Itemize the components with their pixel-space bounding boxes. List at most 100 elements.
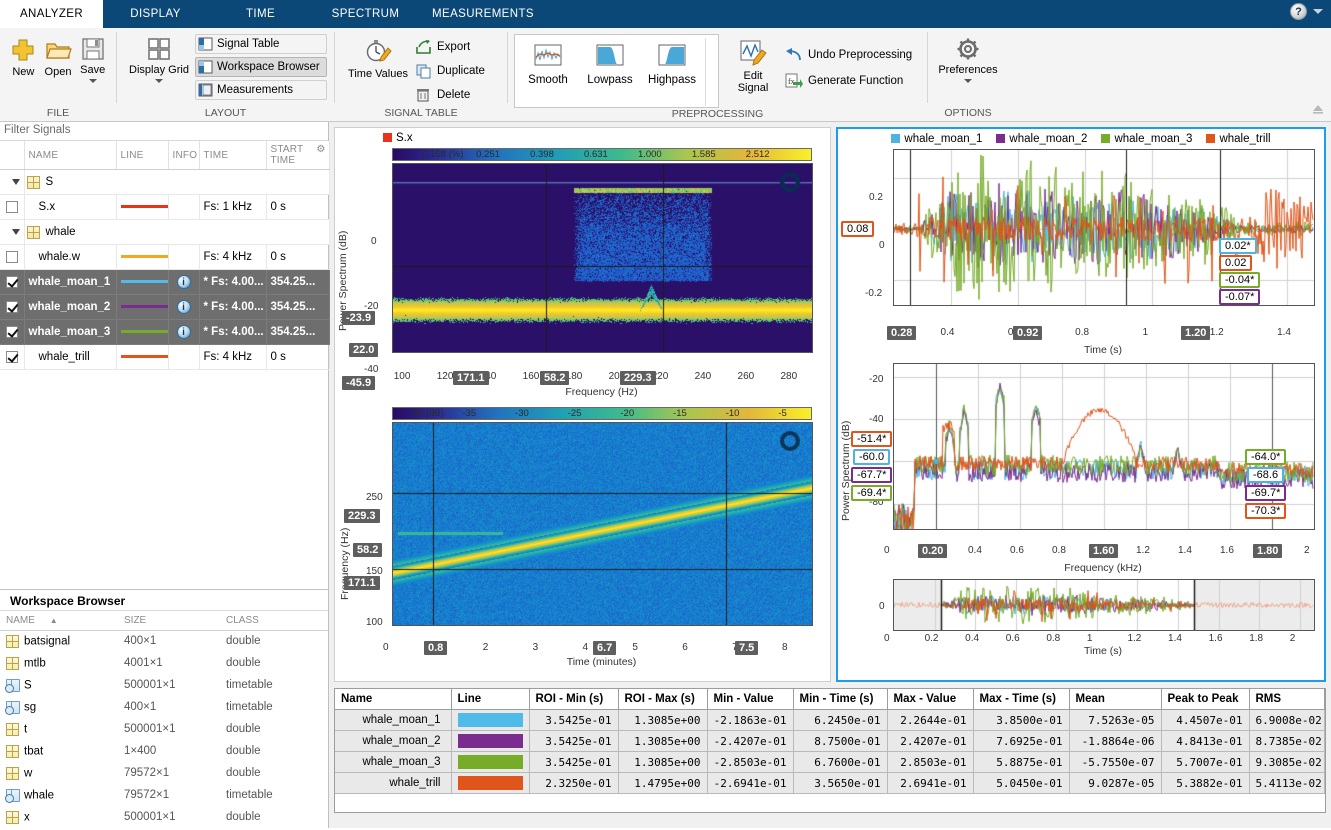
datatip[interactable]: -67.7* bbox=[851, 467, 892, 483]
cursor-x-label[interactable]: 58.2 bbox=[540, 371, 569, 385]
meas-line-cell[interactable] bbox=[451, 752, 529, 773]
cursor-y-label[interactable]: 22.0 bbox=[349, 343, 378, 357]
workspace-row[interactable]: S500001×1timetable bbox=[0, 674, 328, 696]
table-row[interactable]: whale_moan_13.5425e-011.3085e+00-2.1863e… bbox=[335, 710, 1325, 731]
whale-time-plot[interactable]: 0.2 0 -0.2 0.08 0.02* 0.02 -0.04* -0.07* bbox=[838, 147, 1324, 325]
cursor-x-label[interactable]: 1.80 bbox=[1253, 544, 1282, 558]
signal-row[interactable]: whale_moan_3i* Fs: 4.00...354.25... bbox=[0, 320, 329, 345]
tab-measurements[interactable]: MEASUREMENTS bbox=[418, 0, 548, 28]
filter-signals-input[interactable]: Filter Signals bbox=[0, 122, 328, 141]
info-icon[interactable]: i bbox=[177, 300, 191, 314]
cursor-x-label[interactable]: 229.3 bbox=[620, 371, 656, 385]
chevron-down-icon[interactable] bbox=[89, 79, 97, 83]
whale-spectrum-plot[interactable]: Power Spectrum (dB) -20 -40 -60 -80 -51.… bbox=[838, 361, 1324, 543]
group-expander[interactable] bbox=[0, 170, 24, 195]
workspace-row[interactable]: x500001×1double bbox=[0, 806, 328, 828]
meas-col-7[interactable]: Max - Time (s) bbox=[973, 689, 1069, 710]
whale-panner[interactable]: 0 bbox=[838, 579, 1324, 631]
highpass-button[interactable]: Highpass bbox=[641, 38, 703, 86]
wb-col-class[interactable]: CLASS bbox=[220, 611, 328, 631]
workspace-row[interactable]: t500001×1double bbox=[0, 718, 328, 740]
table-row[interactable]: whale_moan_23.5425e-011.3085e+00-2.4207e… bbox=[335, 731, 1325, 752]
group-expander[interactable] bbox=[0, 220, 24, 245]
cursor-x-label[interactable]: 0.20 bbox=[918, 544, 947, 558]
datatip[interactable]: -68.6 bbox=[1247, 467, 1284, 483]
signal-checkbox[interactable] bbox=[6, 351, 18, 363]
datatip[interactable]: -64.0* bbox=[1245, 449, 1286, 465]
save-button[interactable]: Save bbox=[75, 32, 110, 83]
col-name[interactable]: NAME bbox=[24, 141, 116, 170]
signal-line-cell[interactable] bbox=[116, 345, 168, 370]
signal-info-cell[interactable]: i bbox=[168, 295, 199, 320]
duplicate-button[interactable]: Duplicate bbox=[415, 59, 485, 83]
datatip[interactable]: -0.04* bbox=[1219, 272, 1260, 288]
meas-col-2[interactable]: ROI - Min (s) bbox=[529, 689, 618, 710]
cursor-x-label[interactable]: 0.8 bbox=[424, 641, 447, 655]
table-row[interactable]: whale_trill2.3250e-011.4795e+00-2.6941e-… bbox=[335, 773, 1325, 794]
signal-info-cell[interactable] bbox=[168, 245, 199, 270]
signal-info-cell[interactable]: i bbox=[168, 270, 199, 295]
signal-checkbox-cell[interactable] bbox=[0, 345, 24, 370]
col-info[interactable]: INFO bbox=[168, 141, 199, 170]
signal-checkbox[interactable] bbox=[6, 201, 18, 213]
tab-analyzer[interactable]: ANALYZER bbox=[0, 0, 103, 28]
spectrogram-plot[interactable]: Frequency (Hz) 250 150 100 229.3 58.2 17… bbox=[335, 420, 830, 640]
workspace-row[interactable]: tbat1×400double bbox=[0, 740, 328, 762]
signal-line-cell[interactable] bbox=[116, 295, 168, 320]
cursor-x-label[interactable]: 7.5 bbox=[735, 641, 758, 655]
signal-checkbox[interactable] bbox=[6, 301, 18, 313]
signal-info-cell[interactable] bbox=[168, 195, 199, 220]
cursor-y-label[interactable]: -23.9 bbox=[342, 311, 375, 325]
tab-time[interactable]: TIME bbox=[208, 0, 313, 28]
datatip[interactable]: -69.7* bbox=[1245, 485, 1286, 501]
datatip[interactable]: 0.02 bbox=[1219, 255, 1252, 271]
lowpass-button[interactable]: Lowpass bbox=[579, 38, 641, 86]
meas-col-8[interactable]: Mean bbox=[1069, 689, 1161, 710]
signal-line-cell[interactable] bbox=[116, 245, 168, 270]
signal-line-cell[interactable] bbox=[116, 270, 168, 295]
signal-checkbox-cell[interactable] bbox=[0, 195, 24, 220]
delete-button[interactable]: Delete bbox=[415, 83, 485, 107]
chevron-down-icon[interactable] bbox=[964, 79, 972, 83]
info-icon[interactable]: i bbox=[177, 275, 191, 289]
tab-display[interactable]: DISPLAY bbox=[103, 0, 208, 28]
datatip[interactable]: 0.02* bbox=[1219, 238, 1257, 254]
cursor-x-label[interactable]: 0.28 bbox=[887, 326, 916, 340]
signal-info-cell[interactable] bbox=[168, 345, 199, 370]
signal-row[interactable]: S.xFs: 1 kHz0 s bbox=[0, 195, 329, 220]
meas-col-3[interactable]: ROI - Max (s) bbox=[618, 689, 707, 710]
edit-signal-button[interactable]: Edit Signal bbox=[727, 34, 779, 94]
meas-col-9[interactable]: Peak to Peak bbox=[1161, 689, 1249, 710]
gear-icon[interactable]: ⚙ bbox=[316, 144, 325, 155]
cursor-x-label[interactable]: 1.60 bbox=[1089, 544, 1118, 558]
meas-line-cell[interactable] bbox=[451, 710, 529, 731]
workspace-row[interactable]: batsignal400×1double bbox=[0, 630, 328, 652]
signal-checkbox[interactable] bbox=[6, 276, 18, 288]
meas-line-cell[interactable] bbox=[451, 731, 529, 752]
signal-row[interactable]: whale_trillFs: 4 kHz0 s bbox=[0, 345, 329, 370]
datatip[interactable]: 0.08 bbox=[841, 221, 874, 237]
datatip[interactable]: -60.0 bbox=[853, 449, 890, 465]
toggle-signal-table[interactable]: Signal Table bbox=[195, 34, 327, 54]
meas-col-1[interactable]: Line bbox=[451, 689, 529, 710]
meas-col-4[interactable]: Min - Value bbox=[707, 689, 793, 710]
signal-checkbox[interactable] bbox=[6, 326, 18, 338]
cursor-x-label[interactable]: 6.7 bbox=[593, 641, 616, 655]
cursor-y-label[interactable]: 171.1 bbox=[344, 576, 380, 590]
cursor-y-label[interactable]: 229.3 bbox=[344, 509, 380, 523]
signal-info-cell[interactable]: i bbox=[168, 320, 199, 345]
signal-checkbox-cell[interactable] bbox=[0, 245, 24, 270]
generate-function-button[interactable]: fx Generate Function bbox=[785, 68, 912, 94]
signal-row[interactable]: whale_moan_1i* Fs: 4.00...354.25... bbox=[0, 270, 329, 295]
workspace-row[interactable]: mtlb4001×1double bbox=[0, 652, 328, 674]
undo-preprocessing-button[interactable]: Undo Preprocessing bbox=[785, 42, 912, 68]
meas-col-6[interactable]: Max - Value bbox=[887, 689, 973, 710]
col-start-time[interactable]: START TIME ⚙ bbox=[266, 141, 329, 170]
chevron-down-icon[interactable] bbox=[155, 79, 163, 83]
signal-checkbox-cell[interactable] bbox=[0, 320, 24, 345]
smooth-button[interactable]: Smooth bbox=[517, 38, 579, 86]
meas-col-10[interactable]: RMS bbox=[1249, 689, 1325, 710]
col-line[interactable]: LINE bbox=[116, 141, 168, 170]
signal-checkbox[interactable] bbox=[6, 251, 18, 263]
signal-group-row[interactable]: S bbox=[0, 170, 329, 195]
